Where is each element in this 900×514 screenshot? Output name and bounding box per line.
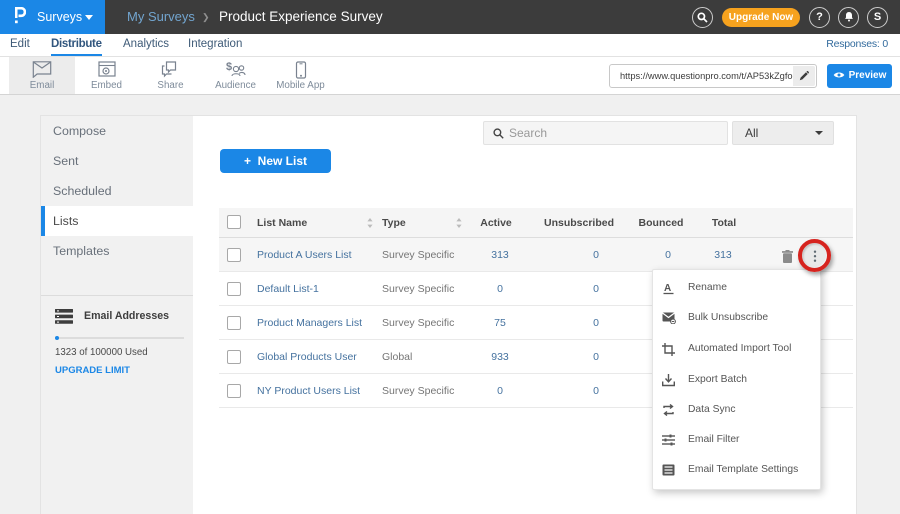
svg-text:$: $ <box>226 61 232 73</box>
svg-text:A: A <box>664 283 671 294</box>
